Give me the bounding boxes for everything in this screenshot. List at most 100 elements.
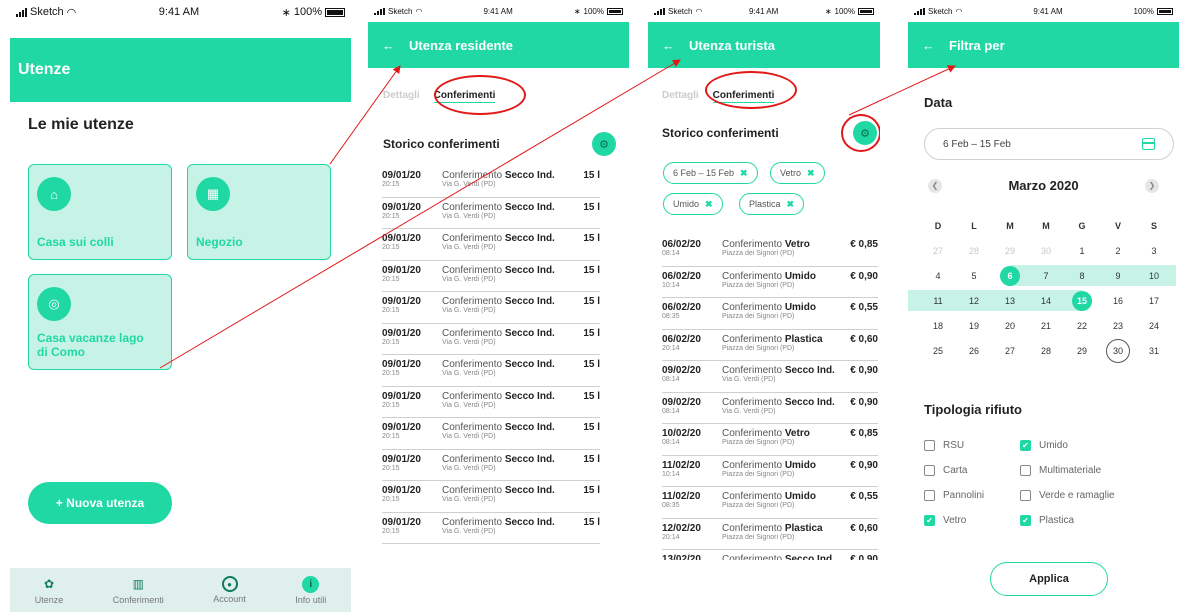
back-arrow-icon[interactable]: ← bbox=[662, 38, 675, 53]
nav-conferimenti[interactable]: ▥ Conferimenti bbox=[113, 575, 164, 605]
calendar-day[interactable]: 4 bbox=[920, 263, 956, 288]
new-utenza-button[interactable]: + Nuova utenza bbox=[28, 482, 172, 524]
table-row[interactable]: 09/01/20 20:15 Conferimento Secco Ind. Via … bbox=[382, 166, 600, 198]
calendar-day[interactable]: 8 bbox=[1064, 263, 1100, 288]
calendar-day[interactable]: 21 bbox=[1028, 313, 1064, 338]
row-time: 20:15 bbox=[382, 401, 400, 409]
card-casa-vacanze[interactable]: ◎ Casa vacanze lago di Como bbox=[28, 274, 172, 370]
table-row[interactable]: 09/01/20 20:15 Conferimento Secco Ind. Via … bbox=[382, 387, 600, 418]
card-casa-sui-colli[interactable]: ⌂ Casa sui colli bbox=[28, 164, 172, 260]
checkbox-pannolini[interactable]: Pannolini bbox=[924, 490, 984, 501]
table-row[interactable]: 09/01/20 20:15 Conferimento Secco Ind. Via … bbox=[382, 450, 600, 481]
calendar-day[interactable]: 23 bbox=[1100, 313, 1136, 338]
back-arrow-icon[interactable]: ← bbox=[922, 38, 935, 53]
checkbox-rsu[interactable]: RSU bbox=[924, 440, 964, 451]
calendar-day[interactable]: 7 bbox=[1028, 263, 1064, 288]
calendar-day[interactable]: 22 bbox=[1064, 313, 1100, 338]
calendar-day[interactable]: 14 bbox=[1028, 288, 1064, 313]
close-icon[interactable]: ✖ bbox=[705, 199, 713, 210]
checkbox-plastica[interactable]: ✔ Plastica bbox=[1020, 515, 1074, 526]
nav-info[interactable]: i Info utili bbox=[295, 575, 326, 605]
calendar-day[interactable]: 10 bbox=[1136, 263, 1172, 288]
table-row[interactable]: 11/02/20 10:14 Conferimento Umido Piazza de… bbox=[662, 456, 878, 487]
chip-date[interactable]: 6 Feb – 15 Feb ✖ bbox=[663, 162, 758, 184]
table-row[interactable]: 09/02/20 08:14 Conferimento Secco Ind. Via … bbox=[662, 361, 878, 393]
table-row[interactable]: 09/01/20 20:15 Conferimento Secco Ind. Via … bbox=[382, 481, 600, 513]
chip-plastica[interactable]: Plastica ✖ bbox=[739, 193, 805, 215]
calendar-day[interactable]: 30 bbox=[1100, 338, 1136, 363]
table-row[interactable]: 11/02/20 08:35 Conferimento Umido Piazza de… bbox=[662, 487, 878, 519]
date-range-field[interactable]: 6 Feb – 15 Feb bbox=[924, 128, 1174, 160]
table-row[interactable]: 13/02/2008:14Conferimento Secco Ind.Via … bbox=[662, 550, 878, 560]
calendar-day[interactable]: 16 bbox=[1100, 288, 1136, 313]
calendar-day[interactable]: 12 bbox=[956, 288, 992, 313]
calendar-day[interactable]: 26 bbox=[956, 338, 992, 363]
table-row[interactable]: 10/02/20 08:14 Conferimento Vetro Piazza de… bbox=[662, 424, 878, 456]
close-icon[interactable]: ✖ bbox=[807, 168, 815, 179]
table-row[interactable]: 09/01/20 20:15 Conferimento Secco Ind. Via … bbox=[382, 229, 600, 261]
calendar-day[interactable]: 5 bbox=[956, 263, 992, 288]
table-row[interactable]: 09/01/20 20:15 Conferimento Secco Ind. Via … bbox=[382, 198, 600, 229]
calendar-day[interactable]: 15 bbox=[1064, 288, 1100, 313]
table-row[interactable]: 09/01/20 20:15 Conferimento Secco Ind. Via … bbox=[382, 418, 600, 450]
prev-month-icon[interactable]: ❮ bbox=[928, 178, 942, 193]
checkbox-multimateriale[interactable]: Multimateriale bbox=[1020, 465, 1101, 476]
checkbox-empty-icon[interactable] bbox=[1020, 490, 1031, 501]
checkbox-empty-icon[interactable] bbox=[924, 490, 935, 501]
calendar-day[interactable]: 25 bbox=[920, 338, 956, 363]
checkbox-vetro[interactable]: ✔ Vetro bbox=[924, 515, 966, 526]
table-row[interactable]: 09/01/20 20:15 Conferimento Secco Ind. Via … bbox=[382, 261, 600, 292]
checkbox-label: Pannolini bbox=[943, 490, 985, 501]
calendar-day[interactable]: 29 bbox=[1064, 338, 1100, 363]
checkbox-verde-e-ramaglie[interactable]: Verde e ramaglie bbox=[1020, 490, 1115, 501]
tab-dettagli[interactable]: Dettagli bbox=[383, 90, 420, 103]
calendar-day[interactable]: 17 bbox=[1136, 288, 1172, 313]
checkbox-umido[interactable]: ✔ Umido bbox=[1020, 440, 1068, 451]
calendar-day[interactable]: 1 bbox=[1064, 238, 1100, 263]
tab-dettagli[interactable]: Dettagli bbox=[662, 90, 699, 103]
calendar-day[interactable]: 18 bbox=[920, 313, 956, 338]
nav-account[interactable]: ● Account bbox=[213, 576, 246, 604]
table-row[interactable]: 06/02/20 10:14 Conferimento Umido Piazza de… bbox=[662, 267, 878, 298]
table-row[interactable]: 09/01/20 20:15 Conferimento Secco Ind. Via … bbox=[382, 355, 600, 387]
back-arrow-icon[interactable]: ← bbox=[382, 38, 395, 53]
calendar-day[interactable]: 28 bbox=[1028, 338, 1064, 363]
apply-button[interactable]: Applica bbox=[990, 562, 1108, 596]
next-month-icon[interactable]: ❯ bbox=[1145, 178, 1159, 193]
calendar-day[interactable]: 2 bbox=[1100, 238, 1136, 263]
checkbox-checked-icon[interactable]: ✔ bbox=[924, 515, 935, 526]
checkbox-empty-icon[interactable] bbox=[924, 465, 935, 476]
filter-icon[interactable]: ⚙ bbox=[592, 132, 616, 156]
checkbox-checked-icon[interactable]: ✔ bbox=[1020, 515, 1031, 526]
calendar-icon[interactable] bbox=[1142, 138, 1155, 150]
checkbox-empty-icon[interactable] bbox=[1020, 465, 1031, 476]
chip-umido[interactable]: Umido ✖ bbox=[663, 193, 723, 215]
calendar-day[interactable]: 27 bbox=[992, 338, 1028, 363]
table-row[interactable]: 06/02/20 08:35 Conferimento Umido Piazza de… bbox=[662, 298, 878, 330]
table-row[interactable]: 09/01/20 20:15 Conferimento Secco Ind. Via … bbox=[382, 513, 600, 544]
calendar-day[interactable]: 20 bbox=[992, 313, 1028, 338]
chip-vetro[interactable]: Vetro ✖ bbox=[770, 162, 825, 184]
calendar-day[interactable]: 13 bbox=[992, 288, 1028, 313]
table-row[interactable]: 09/01/20 20:15 Conferimento Secco Ind. Via … bbox=[382, 292, 600, 324]
table-row[interactable]: 06/02/20 20:14 Conferimento Plastica Piazza… bbox=[662, 330, 878, 361]
calendar-day[interactable]: 31 bbox=[1136, 338, 1172, 363]
checkbox-checked-icon[interactable]: ✔ bbox=[1020, 440, 1031, 451]
close-icon[interactable]: ✖ bbox=[740, 168, 748, 179]
calendar-day[interactable]: 11 bbox=[920, 288, 956, 313]
table-row[interactable]: 09/02/20 08:14 Conferimento Secco Ind. Via … bbox=[662, 393, 878, 424]
calendar-day[interactable]: 3 bbox=[1136, 238, 1172, 263]
nav-utenze[interactable]: ✿ Utenze bbox=[35, 575, 64, 605]
checkbox-empty-icon[interactable] bbox=[924, 440, 935, 451]
checkbox-carta[interactable]: Carta bbox=[924, 465, 967, 476]
card-negozio[interactable]: ▦ Negozio bbox=[187, 164, 331, 260]
row-date-col: 09/01/20 20:15 bbox=[382, 485, 442, 503]
calendar-day[interactable]: 19 bbox=[956, 313, 992, 338]
calendar-day[interactable]: 9 bbox=[1100, 263, 1136, 288]
calendar-day[interactable]: 6 bbox=[992, 263, 1028, 288]
calendar-day[interactable]: 24 bbox=[1136, 313, 1172, 338]
table-row[interactable]: 09/01/20 20:15 Conferimento Secco Ind. Via … bbox=[382, 324, 600, 355]
table-row[interactable]: 12/02/20 20:14 Conferimento Plastica Piazza… bbox=[662, 519, 878, 550]
table-row[interactable]: 06/02/20 08:14 Conferimento Vetro Piazza de… bbox=[662, 235, 878, 267]
close-icon[interactable]: ✖ bbox=[787, 199, 795, 210]
